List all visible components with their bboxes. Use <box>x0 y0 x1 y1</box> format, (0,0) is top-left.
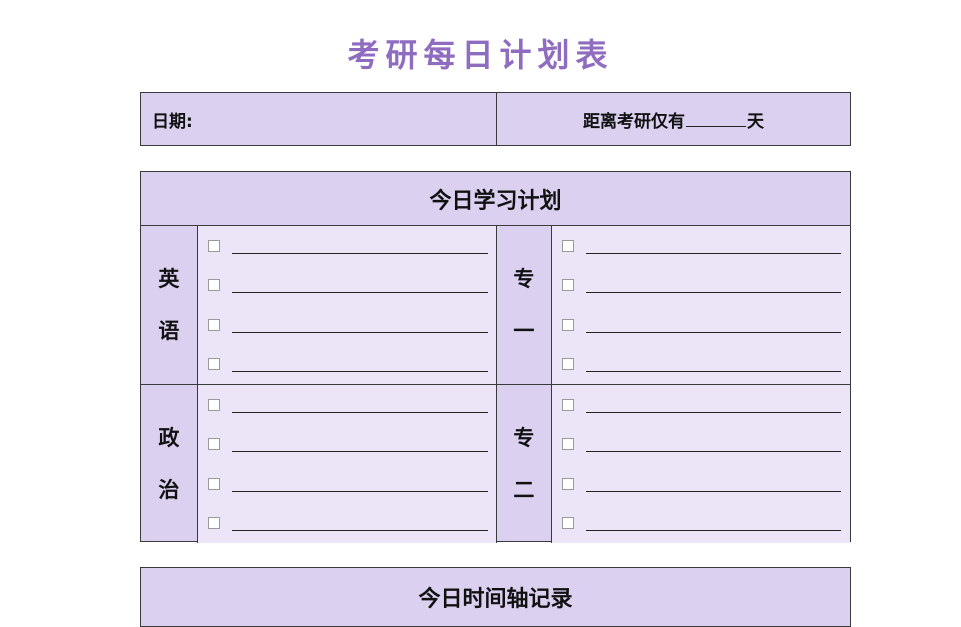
subject-char: 语 <box>158 319 180 343</box>
task-item <box>561 513 841 533</box>
checkbox[interactable] <box>207 477 220 490</box>
task-blank-line[interactable] <box>231 450 488 453</box>
task-blank-line[interactable] <box>231 411 488 413</box>
task-item <box>561 275 841 295</box>
task-item <box>207 236 488 256</box>
task-item <box>207 275 488 295</box>
subject-major-one: 专 一 <box>495 226 552 384</box>
task-list <box>551 226 850 384</box>
task-item <box>207 315 488 335</box>
subject-english: 英 语 <box>141 226 198 384</box>
checkbox[interactable] <box>561 279 574 292</box>
checkbox[interactable] <box>561 517 574 530</box>
checkbox[interactable] <box>561 318 574 331</box>
task-blank-line[interactable] <box>585 490 841 492</box>
checkbox[interactable] <box>207 358 220 371</box>
checkbox[interactable] <box>561 398 574 411</box>
checkbox[interactable] <box>207 318 220 331</box>
task-list <box>197 226 496 384</box>
task-list <box>551 385 850 543</box>
checkbox[interactable] <box>207 517 220 530</box>
task-blank-line[interactable] <box>231 291 488 294</box>
task-item <box>561 434 841 454</box>
countdown-suffix: 天 <box>747 111 764 132</box>
subject-politics: 政 治 <box>141 385 198 543</box>
subject-char: 专 <box>513 267 535 291</box>
timeline-table: 今日时间轴记录 <box>140 567 851 627</box>
task-blank-line[interactable] <box>231 370 488 373</box>
subject-char: 英 <box>158 267 180 291</box>
task-blank-line[interactable] <box>585 411 841 413</box>
subject-char: 专 <box>513 426 535 450</box>
subject-char: 政 <box>158 426 180 450</box>
checkbox[interactable] <box>207 438 220 451</box>
subject-char: 二 <box>513 478 535 502</box>
task-item <box>207 513 488 533</box>
subject-major-two: 专 二 <box>495 385 552 543</box>
task-item <box>207 354 488 374</box>
checkbox[interactable] <box>207 398 220 411</box>
checkbox[interactable] <box>561 239 574 252</box>
subject-char: 一 <box>513 319 535 343</box>
header-table: 日期: 距离考研仅有 天 <box>140 92 851 146</box>
task-item <box>561 395 841 415</box>
task-blank-line[interactable] <box>585 252 841 254</box>
page-title: 考研每日计划表 <box>347 36 614 74</box>
task-blank-line[interactable] <box>585 331 841 333</box>
checkbox[interactable] <box>561 477 574 490</box>
countdown-days-blank[interactable] <box>686 112 746 127</box>
plan-row: 英 语 专 一 <box>141 226 850 384</box>
date-label: 日期: <box>152 111 193 132</box>
task-item <box>561 354 841 374</box>
plan-row: 政 治 专 二 <box>141 384 850 543</box>
study-plan-table: 今日学习计划 英 语 专 一 政 治 专 二 <box>140 171 851 543</box>
checkbox[interactable] <box>207 279 220 292</box>
task-blank-line[interactable] <box>585 450 841 453</box>
task-blank-line[interactable] <box>585 370 841 373</box>
task-blank-line[interactable] <box>231 252 488 254</box>
date-cell[interactable]: 日期: <box>141 93 497 145</box>
task-item <box>207 395 488 415</box>
task-item <box>207 434 488 454</box>
study-plan-title: 今日学习计划 <box>141 172 850 226</box>
task-blank-line[interactable] <box>231 490 488 492</box>
checkbox[interactable] <box>561 358 574 371</box>
task-list <box>197 385 496 543</box>
subject-char: 治 <box>158 478 180 502</box>
checkbox[interactable] <box>561 438 574 451</box>
task-blank-line[interactable] <box>585 529 841 532</box>
task-blank-line[interactable] <box>231 331 488 333</box>
timeline-title: 今日时间轴记录 <box>418 586 573 612</box>
countdown-cell: 距离考研仅有 天 <box>497 93 850 145</box>
task-item <box>561 236 841 256</box>
task-item <box>561 474 841 494</box>
task-item <box>561 315 841 335</box>
task-item <box>207 474 488 494</box>
task-blank-line[interactable] <box>231 529 488 532</box>
countdown-prefix: 距离考研仅有 <box>583 111 685 132</box>
checkbox[interactable] <box>207 239 220 252</box>
task-blank-line[interactable] <box>585 291 841 294</box>
